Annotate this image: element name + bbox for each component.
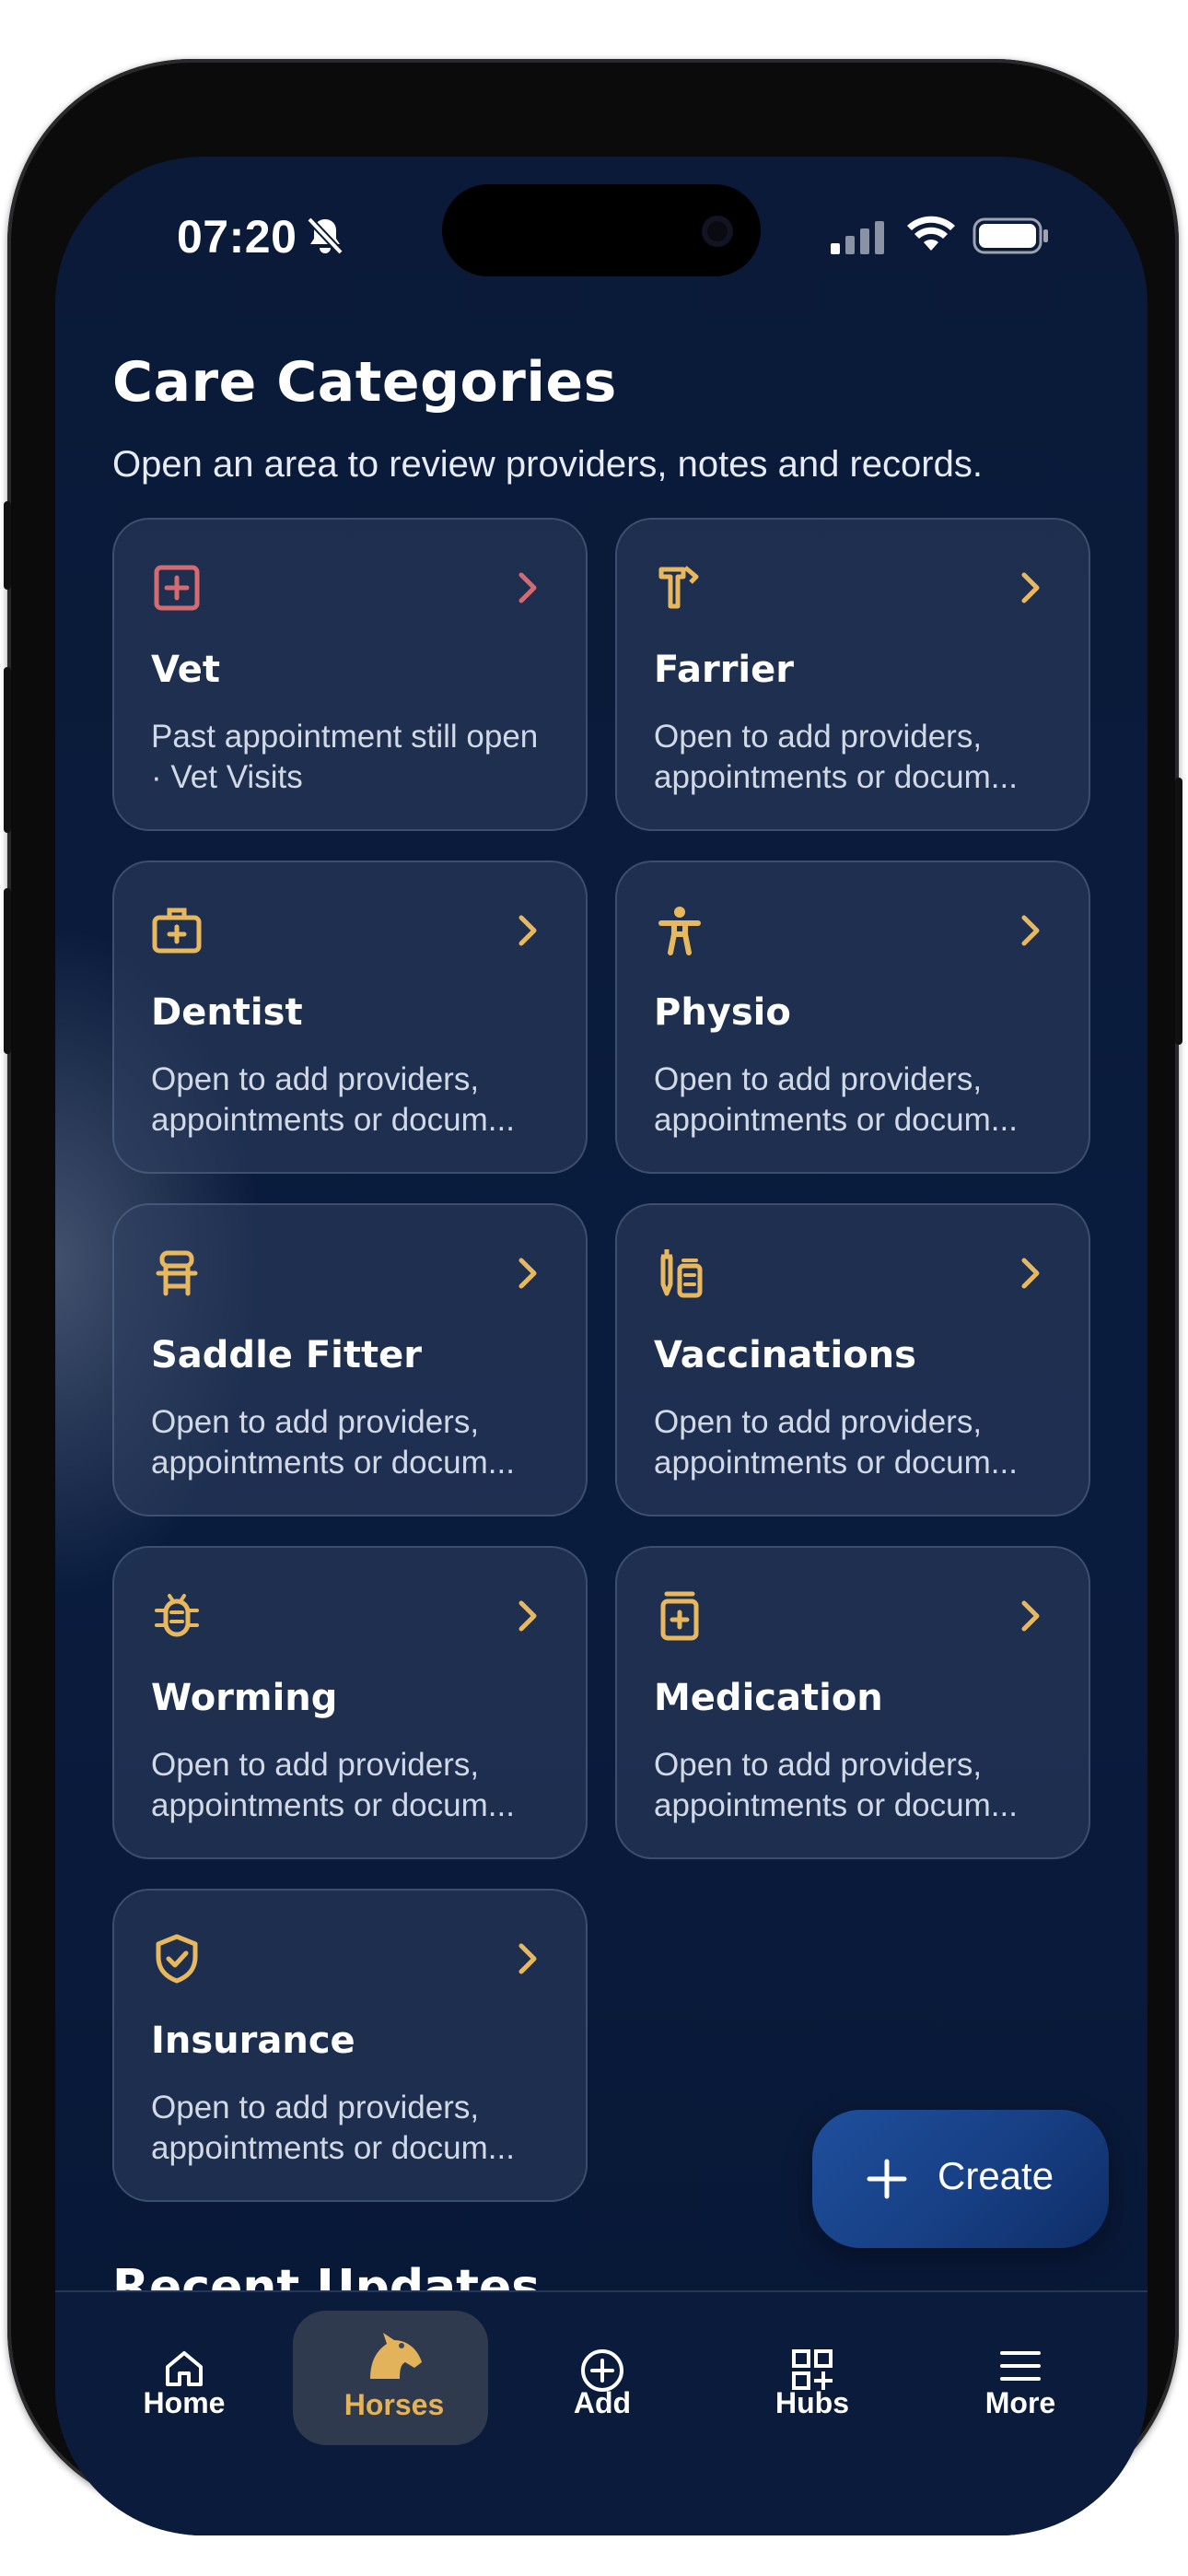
page-title: Care Categories — [112, 350, 617, 415]
category-card-farrier[interactable]: Farrier Open to add providers, appointme… — [615, 518, 1090, 831]
tab-label: More — [984, 2386, 1056, 2419]
category-card-physio[interactable]: Physio Open to add providers, appointmen… — [615, 861, 1090, 1174]
category-description: Open to add providers, appointments or d… — [151, 1747, 515, 1823]
medical-kit-icon — [152, 907, 202, 954]
tab-label: Horses — [344, 2388, 445, 2421]
cellular-signal-icon — [831, 221, 884, 254]
category-card-vet[interactable]: Vet Past appointment still open · Vet Vi… — [112, 518, 588, 831]
chevron-right-icon — [518, 1600, 537, 1632]
category-description: Open to add providers, appointments or d… — [151, 1404, 515, 1481]
tab-more[interactable]: More — [928, 2292, 1112, 2449]
app-screen: 07:20 Care Categories Open an area to re… — [55, 157, 1147, 2535]
medication-bottle-icon — [660, 1591, 699, 1641]
category-name: Saddle Fitter — [151, 1334, 422, 1376]
camera-icon — [702, 216, 733, 247]
category-description: Open to add providers, appointments or d… — [654, 1061, 1018, 1138]
saddle-icon — [156, 1250, 198, 1296]
category-card-worming[interactable]: Worming Open to add providers, appointme… — [112, 1546, 588, 1859]
dynamic-island — [442, 184, 761, 276]
status-time: 07:20 — [177, 211, 297, 263]
power-button — [1175, 778, 1182, 1045]
category-description: Open to add providers, appointments or d… — [151, 2090, 515, 2166]
tab-hubs[interactable]: Hubs — [720, 2292, 904, 2449]
category-name: Vaccinations — [654, 1334, 916, 1376]
grid-add-icon — [792, 2349, 833, 2390]
bottom-tab-bar: Home Horses Add Hubs More — [55, 2290, 1147, 2535]
category-name: Insurance — [151, 2020, 355, 2062]
category-card-insurance[interactable]: Insurance Open to add providers, appoint… — [112, 1889, 588, 2202]
category-name: Physio — [654, 991, 791, 1034]
category-name: Vet — [151, 649, 221, 691]
category-card-vaccinations[interactable]: Vaccinations Open to add providers, appo… — [615, 1203, 1090, 1516]
chevron-right-icon — [518, 572, 537, 603]
menu-icon — [1000, 2351, 1041, 2381]
mute-switch — [4, 501, 11, 590]
recent-updates-heading: Recent Updates — [112, 2260, 541, 2294]
chevron-right-icon — [1021, 572, 1040, 603]
category-name: Dentist — [151, 991, 303, 1034]
chevron-right-icon — [1021, 1600, 1040, 1632]
chevron-right-icon — [1021, 915, 1040, 946]
plus-icon — [867, 2159, 907, 2199]
category-description: Open to add providers, appointments or d… — [654, 1404, 1018, 1481]
chevron-right-icon — [1021, 1258, 1040, 1289]
category-description: Open to add providers, appointments or d… — [654, 1747, 1018, 1823]
wifi-icon — [907, 216, 955, 251]
hammer-icon — [658, 566, 699, 609]
volume-up-button — [4, 667, 11, 833]
medical-cross-icon — [154, 565, 200, 611]
category-description: Open to add providers, appointments or d… — [151, 1061, 515, 1138]
tab-add[interactable]: Add — [510, 2292, 694, 2449]
category-card-dentist[interactable]: Dentist Open to add providers, appointme… — [112, 861, 588, 1174]
person-icon — [658, 907, 701, 955]
tab-horses[interactable]: Horses — [293, 2292, 488, 2449]
shield-check-icon — [156, 1934, 198, 1984]
chevron-right-icon — [518, 1943, 537, 1974]
phone-frame: 07:20 Care Categories Open an area to re… — [4, 59, 1182, 2535]
category-card-medication[interactable]: Medication Open to add providers, appoin… — [615, 1546, 1090, 1859]
create-button-label: Create — [938, 2154, 1054, 2197]
home-icon — [166, 2351, 203, 2386]
category-card-saddle-fitter[interactable]: Saddle Fitter Open to add providers, app… — [112, 1203, 588, 1516]
chevron-right-icon — [518, 915, 537, 946]
battery-icon — [973, 217, 1048, 254]
volume-down-button — [4, 888, 11, 1054]
tab-home[interactable]: Home — [92, 2292, 276, 2449]
create-button[interactable]: Create — [812, 2110, 1109, 2248]
category-description: Past appointment still open · Vet Visits — [151, 719, 539, 795]
category-description: Open to add providers, appointments or d… — [654, 719, 1018, 795]
chevron-right-icon — [518, 1258, 537, 1289]
bug-icon — [155, 1594, 199, 1637]
tab-label: Hubs — [775, 2386, 849, 2419]
tab-label: Home — [143, 2386, 226, 2419]
bell-muted-icon — [307, 217, 344, 255]
category-name: Farrier — [654, 649, 794, 691]
horse-icon — [370, 2333, 422, 2379]
page-subtitle: Open an area to review providers, notes … — [112, 444, 983, 485]
tab-label: Add — [573, 2386, 632, 2419]
category-name: Worming — [151, 1677, 338, 1719]
category-name: Medication — [654, 1677, 883, 1719]
vaccine-icon — [660, 1249, 703, 1298]
